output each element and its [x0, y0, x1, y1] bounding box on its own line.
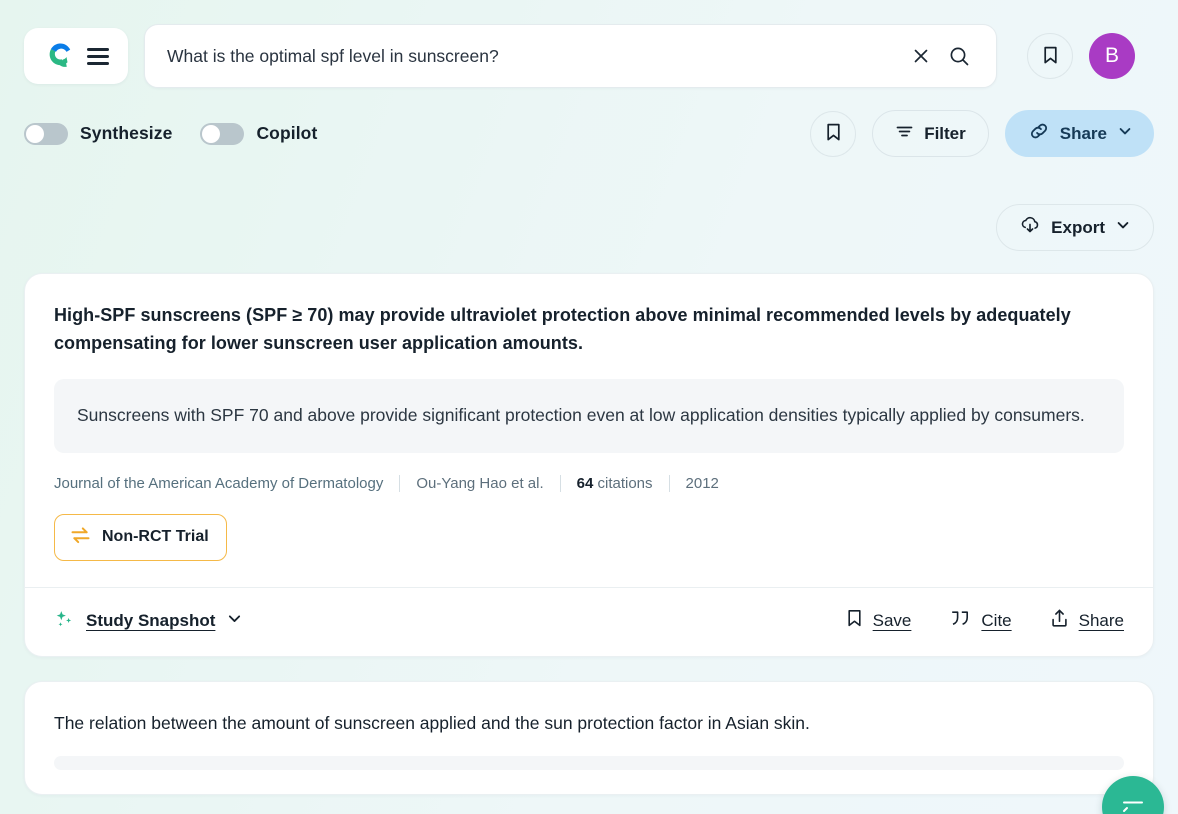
cite-action[interactable]: Cite	[949, 609, 1012, 633]
share-button[interactable]: Share	[1004, 110, 1154, 157]
synthesize-toggle[interactable]: Synthesize	[24, 122, 173, 145]
save-search-button[interactable]	[810, 110, 857, 157]
meta-divider	[668, 474, 670, 492]
share-action[interactable]: Share	[1050, 608, 1124, 633]
study-snapshot-toggle[interactable]: Study Snapshot	[54, 608, 243, 634]
paper-metadata: Journal of the American Academy of Derma…	[54, 474, 1124, 492]
citations-label: citations	[597, 474, 653, 492]
study-type-label: Non-RCT Trial	[102, 528, 209, 546]
search-bar[interactable]	[144, 24, 997, 88]
cloud-download-icon	[1019, 214, 1041, 241]
toggle-group: Synthesize Copilot	[24, 122, 318, 145]
chevron-down-icon	[1115, 217, 1131, 238]
export-row: Export	[0, 157, 1178, 251]
result-card-body: High-SPF sunscreens (SPF ≥ 70) may provi…	[25, 274, 1153, 587]
results-list: High-SPF sunscreens (SPF ≥ 70) may provi…	[0, 251, 1178, 796]
chevron-down-icon	[226, 610, 243, 632]
meta-divider	[399, 474, 401, 492]
filter-label: Filter	[924, 123, 966, 143]
study-type-badge[interactable]: Non-RCT Trial	[54, 513, 227, 561]
search-input[interactable]	[167, 45, 902, 67]
result-card-body: The relation between the amount of sunsc…	[25, 682, 1153, 794]
cite-label: Cite	[981, 610, 1012, 630]
claim-text: High-SPF sunscreens (SPF ≥ 70) may provi…	[54, 305, 1071, 354]
bookmarks-button[interactable]	[1027, 33, 1073, 79]
quote-box: Sunscreens with SPF 70 and above provide…	[54, 378, 1124, 453]
export-label: Export	[1051, 217, 1105, 237]
exchange-arrows-icon	[70, 526, 91, 549]
export-button[interactable]: Export	[996, 204, 1154, 251]
hamburger-menu-icon[interactable]	[86, 47, 109, 65]
copilot-toggle[interactable]: Copilot	[200, 122, 318, 145]
save-action[interactable]: Save	[846, 608, 912, 633]
bookmark-icon	[846, 608, 863, 633]
chat-icon	[1120, 790, 1146, 814]
consensus-logo-icon[interactable]	[44, 40, 76, 72]
chevron-down-icon	[1117, 123, 1133, 144]
synthesize-toggle-track[interactable]	[24, 122, 68, 145]
copilot-toggle-track[interactable]	[200, 122, 245, 145]
top-right-actions: B	[1027, 33, 1135, 79]
logo-and-menu	[24, 28, 128, 84]
share-label: Share	[1078, 610, 1124, 630]
share-label: Share	[1059, 123, 1107, 143]
result-card-footer: Study Snapshot Save Cite Share	[25, 586, 1153, 656]
quote-box-partial	[54, 756, 1124, 771]
copilot-toggle-knob	[202, 124, 221, 143]
sparkles-icon	[54, 608, 75, 634]
authors: Ou-Yang Hao et al.	[416, 474, 544, 492]
controls-right: Filter Share	[810, 110, 1154, 157]
search-submit-icon[interactable]	[940, 37, 978, 75]
filter-icon	[895, 122, 914, 146]
bookmark-icon	[1042, 45, 1059, 68]
clear-search-icon[interactable]	[902, 37, 940, 75]
quote-icon	[949, 609, 971, 633]
citation-count: 64	[576, 474, 594, 492]
publication-year: 2012	[685, 474, 719, 492]
synthesize-toggle-knob	[26, 124, 44, 143]
save-label: Save	[872, 610, 912, 630]
bookmark-icon	[825, 122, 842, 145]
claim-text: The relation between the amount of sunsc…	[54, 712, 810, 733]
copilot-label: Copilot	[256, 123, 318, 143]
top-bar: B	[0, 0, 1178, 88]
controls-row: Synthesize Copilot Filter Share	[0, 88, 1178, 157]
filter-button[interactable]: Filter	[872, 110, 989, 157]
card-actions: Save Cite Share	[846, 608, 1124, 633]
avatar[interactable]: B	[1089, 33, 1135, 79]
share-upload-icon	[1050, 608, 1069, 633]
result-card: High-SPF sunscreens (SPF ≥ 70) may provi…	[24, 273, 1154, 657]
result-card: The relation between the amount of sunsc…	[24, 680, 1154, 796]
synthesize-label: Synthesize	[80, 123, 173, 143]
study-snapshot-label: Study Snapshot	[86, 610, 216, 630]
meta-divider	[559, 474, 561, 492]
citation-count-group: 64 citations	[577, 475, 653, 492]
journal-name[interactable]: Journal of the American Academy of Derma…	[54, 475, 383, 492]
link-icon	[1028, 120, 1050, 147]
